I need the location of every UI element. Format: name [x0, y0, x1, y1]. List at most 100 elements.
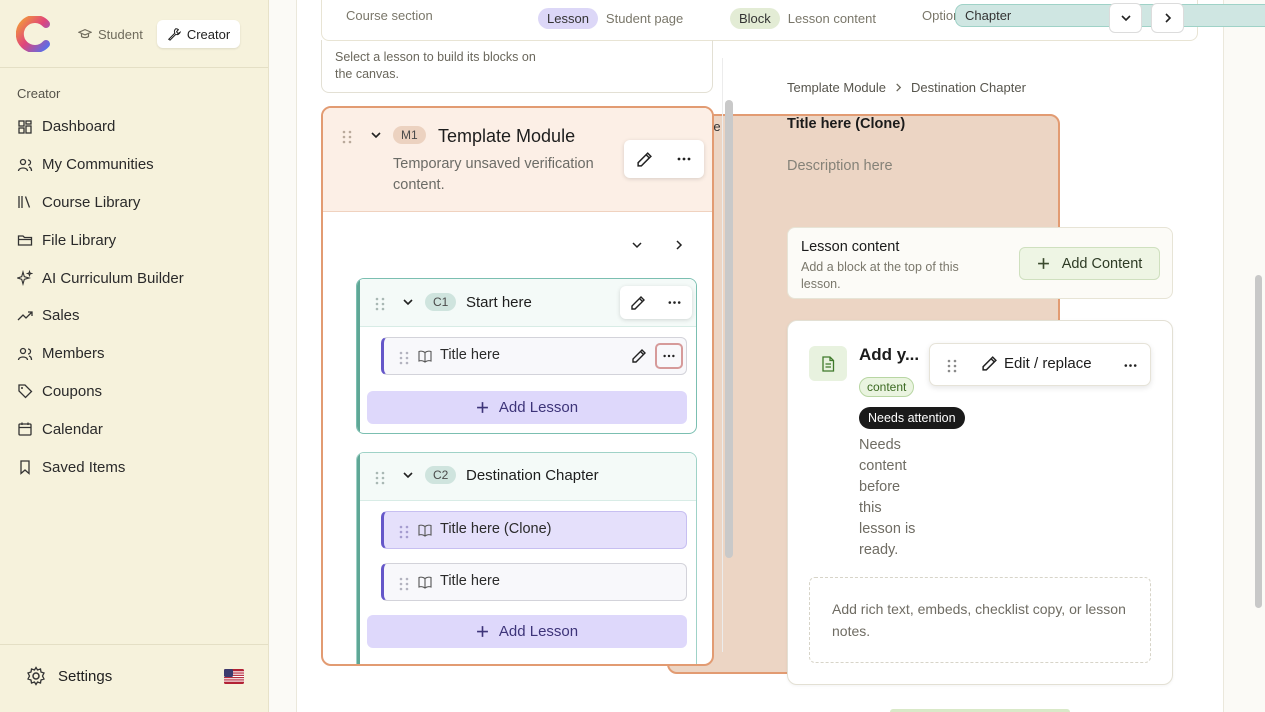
settings-button[interactable]: Settings [26, 666, 112, 686]
drag-handle-icon[interactable] [399, 525, 409, 539]
sidebar-item-saved-items[interactable]: Saved Items [0, 448, 268, 486]
chapter-badge: C2 [425, 466, 457, 484]
rich-text-dropzone[interactable]: Add rich text, embeds, checklist copy, o… [809, 577, 1151, 663]
breadcrumb-chapter[interactable]: Destination Chapter [911, 80, 1026, 95]
pencil-icon[interactable] [630, 295, 646, 311]
add-lesson-button[interactable]: Add Lesson [367, 391, 687, 424]
sidebar-item-calendar[interactable]: Calendar [0, 410, 268, 448]
folder-icon [17, 235, 33, 246]
chapter-header[interactable]: C2 Destination Chapter [360, 453, 696, 501]
document-icon [822, 355, 835, 372]
plus-icon [1037, 258, 1049, 269]
sidebar-item-dashboard[interactable]: Dashboard [0, 108, 268, 146]
legend-desc: Course section [346, 8, 433, 23]
chapter-header[interactable]: C1 Start here [360, 279, 696, 327]
us-flag-icon[interactable] [224, 669, 244, 684]
chevron-down-icon[interactable] [631, 239, 643, 251]
sidebar-item-coupons[interactable]: Coupons [0, 373, 268, 411]
sidebar-item-ai-curriculum-builder[interactable]: AI Curriculum Builder [0, 259, 268, 297]
pencil-icon [982, 356, 997, 371]
lesson-row[interactable]: Title here [381, 337, 687, 375]
more-icon[interactable] [676, 151, 692, 167]
drag-handle-icon[interactable] [947, 359, 957, 373]
module-actions [624, 140, 704, 178]
student-mode-label: Student [98, 26, 143, 42]
drag-handle-icon[interactable] [399, 351, 409, 365]
lesson-more-button[interactable] [655, 343, 683, 369]
chevron-down-icon[interactable] [402, 296, 414, 308]
chevron-down-icon[interactable] [402, 469, 414, 481]
legend-chapter: Chapter Optional grou... [922, 4, 1265, 27]
sidebar-item-label: My Communities [42, 156, 154, 174]
lesson-detail-title[interactable]: Title here (Clone) [787, 116, 905, 132]
lesson-description-input[interactable]: Description here [787, 158, 893, 174]
library-icon [18, 196, 31, 209]
chapter-card: C1 Start here Title here Add Lesson [356, 278, 697, 434]
sidebar-item-my-communities[interactable]: My Communities [0, 146, 268, 184]
more-icon [663, 354, 675, 358]
creator-mode-button[interactable]: Creator [156, 20, 241, 48]
sidebar-item-course-library[interactable]: Course Library [0, 184, 268, 222]
sidebar-item-label: Saved Items [42, 458, 126, 476]
chevron-down-icon[interactable] [370, 129, 382, 141]
pencil-icon[interactable] [636, 151, 653, 168]
lesson-content-title: Lesson content [801, 239, 900, 255]
lesson-chip: Lesson [538, 8, 598, 29]
sidebar-item-label: File Library [42, 231, 117, 249]
members-icon [17, 347, 33, 360]
module-badge: M1 [393, 126, 426, 144]
document-icon-wrap [809, 346, 847, 381]
add-lesson-label: Add Lesson [498, 623, 579, 640]
lesson-title: Title here (Clone) [440, 521, 552, 537]
hint-text: Select a lesson to build its blocks on t… [335, 50, 536, 81]
drag-handle-icon[interactable] [399, 577, 409, 591]
lesson-content-card: Lesson content Add a block at the top of… [787, 227, 1173, 299]
chevron-right-icon[interactable] [673, 239, 685, 251]
creator-mode-label: Creator [186, 26, 231, 42]
trend-icon [17, 311, 33, 321]
sidebar-item-label: AI Curriculum Builder [42, 269, 184, 287]
plus-icon [476, 626, 488, 637]
legend-next-button[interactable] [1151, 3, 1184, 33]
page-scrollbar-thumb[interactable] [1255, 275, 1262, 608]
add-lesson-button[interactable]: Add Lesson [367, 615, 687, 648]
block-type-chip: content [859, 377, 915, 397]
lesson-row-selected[interactable]: Title here (Clone) [381, 511, 687, 549]
sparkle-icon [17, 270, 33, 287]
outline-scrollbar-thumb[interactable] [725, 100, 733, 558]
sidebar-divider [0, 67, 268, 68]
pencil-icon[interactable] [631, 348, 647, 364]
app-logo-icon[interactable] [16, 16, 52, 52]
edit-replace-label: Edit / replace [1004, 355, 1092, 372]
sidebar-item-label: Members [42, 345, 105, 363]
module-description: Temporary unsaved verification content. [393, 156, 594, 193]
edit-replace-button[interactable]: Edit / replace [981, 355, 1092, 372]
users-icon [17, 158, 33, 171]
chapter-actions [620, 286, 692, 319]
drag-handle-icon[interactable] [342, 130, 352, 144]
module-header[interactable]: M1 Template Module Temporary unsaved ver… [323, 108, 712, 212]
student-mode-button[interactable]: Student [68, 20, 153, 48]
add-lesson-label: Add Lesson [498, 399, 579, 416]
drag-handle-icon[interactable] [375, 471, 385, 485]
sidebar-item-sales[interactable]: Sales [0, 297, 268, 335]
tag-icon [18, 384, 33, 399]
needs-attention-badge: Needs attention [859, 407, 965, 429]
lesson-row[interactable]: Title here [381, 563, 687, 601]
chapter-badge: C1 [425, 293, 457, 311]
sidebar-item-label: Coupons [42, 382, 103, 400]
legend-collapse-button[interactable] [1109, 3, 1142, 33]
more-icon[interactable] [1123, 358, 1138, 373]
plus-icon [476, 402, 488, 413]
drag-handle-icon[interactable] [375, 297, 385, 311]
more-icon[interactable] [667, 295, 682, 310]
settings-divider [0, 644, 268, 645]
sidebar-item-label: Course Library [42, 193, 141, 211]
sidebar-item-members[interactable]: Members [0, 335, 268, 373]
settings-label: Settings [58, 667, 113, 685]
add-content-button[interactable]: Add Content [1019, 247, 1160, 280]
breadcrumb-module[interactable]: Template Module [787, 80, 886, 95]
chapter-title: Destination Chapter [466, 467, 599, 484]
sidebar-item-file-library[interactable]: File Library [0, 221, 268, 259]
legend-desc: Lesson content [787, 11, 876, 26]
